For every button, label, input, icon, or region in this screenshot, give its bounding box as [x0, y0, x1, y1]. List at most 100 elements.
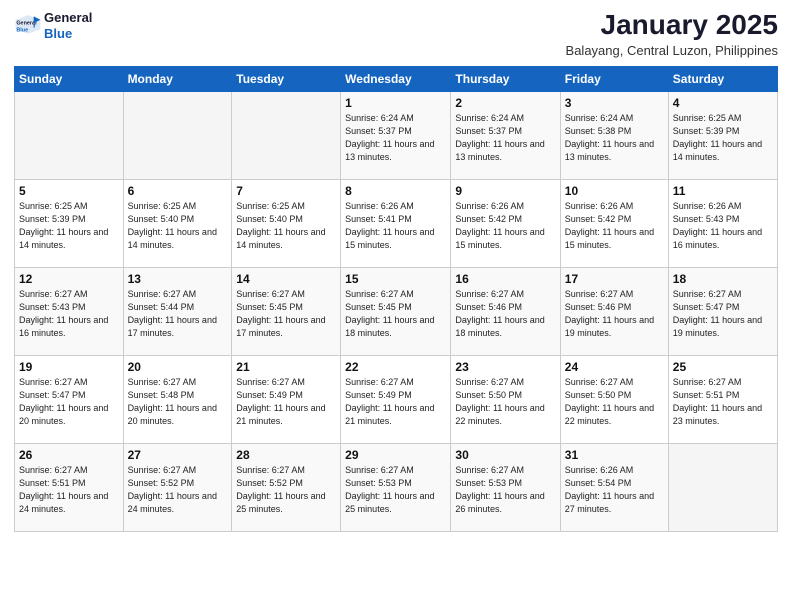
- daylight-label: Daylight: 11 hours and 15 minutes.: [345, 227, 434, 250]
- daylight-label: Daylight: 11 hours and 17 minutes.: [236, 315, 325, 338]
- daylight-label: Daylight: 11 hours and 25 minutes.: [345, 491, 434, 514]
- sunset-label: Sunset: 5:40 PM: [128, 214, 195, 224]
- sunset-label: Sunset: 5:45 PM: [236, 302, 303, 312]
- daylight-label: Daylight: 11 hours and 24 minutes.: [19, 491, 108, 514]
- day-number: 14: [236, 272, 336, 286]
- calendar-cell-w4d4: 23 Sunrise: 6:27 AM Sunset: 5:50 PM Dayl…: [451, 355, 560, 443]
- sunset-label: Sunset: 5:51 PM: [673, 390, 740, 400]
- sunset-label: Sunset: 5:41 PM: [345, 214, 412, 224]
- sunset-label: Sunset: 5:52 PM: [128, 478, 195, 488]
- sunset-label: Sunset: 5:37 PM: [455, 126, 522, 136]
- daylight-label: Daylight: 11 hours and 14 minutes.: [19, 227, 108, 250]
- sunset-label: Sunset: 5:39 PM: [673, 126, 740, 136]
- day-number: 3: [565, 96, 664, 110]
- week-row-5: 26 Sunrise: 6:27 AM Sunset: 5:51 PM Dayl…: [15, 443, 778, 531]
- calendar-cell-w4d2: 21 Sunrise: 6:27 AM Sunset: 5:49 PM Dayl…: [232, 355, 341, 443]
- day-info: Sunrise: 6:27 AM Sunset: 5:46 PM Dayligh…: [455, 288, 555, 340]
- day-info: Sunrise: 6:27 AM Sunset: 5:49 PM Dayligh…: [345, 376, 446, 428]
- calendar-cell-w2d3: 8 Sunrise: 6:26 AM Sunset: 5:41 PM Dayli…: [341, 179, 451, 267]
- sunrise-label: Sunrise: 6:27 AM: [128, 465, 197, 475]
- calendar-cell-w4d0: 19 Sunrise: 6:27 AM Sunset: 5:47 PM Dayl…: [15, 355, 124, 443]
- day-number: 11: [673, 184, 773, 198]
- sunrise-label: Sunrise: 6:26 AM: [565, 465, 634, 475]
- sunset-label: Sunset: 5:37 PM: [345, 126, 412, 136]
- sunrise-label: Sunrise: 6:27 AM: [565, 289, 634, 299]
- daylight-label: Daylight: 11 hours and 13 minutes.: [455, 139, 544, 162]
- daylight-label: Daylight: 11 hours and 17 minutes.: [128, 315, 217, 338]
- calendar-cell-w5d0: 26 Sunrise: 6:27 AM Sunset: 5:51 PM Dayl…: [15, 443, 124, 531]
- daylight-label: Daylight: 11 hours and 18 minutes.: [345, 315, 434, 338]
- header-saturday: Saturday: [668, 66, 777, 91]
- sunset-label: Sunset: 5:42 PM: [455, 214, 522, 224]
- weekday-header-row: Sunday Monday Tuesday Wednesday Thursday…: [15, 66, 778, 91]
- day-number: 23: [455, 360, 555, 374]
- day-info: Sunrise: 6:27 AM Sunset: 5:51 PM Dayligh…: [673, 376, 773, 428]
- day-number: 2: [455, 96, 555, 110]
- sunrise-label: Sunrise: 6:27 AM: [236, 289, 305, 299]
- sunrise-label: Sunrise: 6:27 AM: [19, 465, 88, 475]
- sunrise-label: Sunrise: 6:27 AM: [128, 289, 197, 299]
- sunrise-label: Sunrise: 6:26 AM: [345, 201, 414, 211]
- calendar-cell-w3d5: 17 Sunrise: 6:27 AM Sunset: 5:46 PM Dayl…: [560, 267, 668, 355]
- logo-icon: General Blue: [14, 12, 42, 40]
- page: General Blue General Blue January 2025 B…: [0, 0, 792, 612]
- day-info: Sunrise: 6:24 AM Sunset: 5:37 PM Dayligh…: [345, 112, 446, 164]
- sunrise-label: Sunrise: 6:27 AM: [673, 289, 742, 299]
- calendar-table: Sunday Monday Tuesday Wednesday Thursday…: [14, 66, 778, 532]
- sunset-label: Sunset: 5:43 PM: [19, 302, 86, 312]
- day-info: Sunrise: 6:27 AM Sunset: 5:49 PM Dayligh…: [236, 376, 336, 428]
- day-info: Sunrise: 6:27 AM Sunset: 5:47 PM Dayligh…: [19, 376, 119, 428]
- calendar-cell-w2d0: 5 Sunrise: 6:25 AM Sunset: 5:39 PM Dayli…: [15, 179, 124, 267]
- daylight-label: Daylight: 11 hours and 23 minutes.: [673, 403, 762, 426]
- sunrise-label: Sunrise: 6:27 AM: [236, 465, 305, 475]
- daylight-label: Daylight: 11 hours and 27 minutes.: [565, 491, 654, 514]
- day-number: 13: [128, 272, 228, 286]
- sunset-label: Sunset: 5:47 PM: [673, 302, 740, 312]
- day-info: Sunrise: 6:26 AM Sunset: 5:42 PM Dayligh…: [565, 200, 664, 252]
- daylight-label: Daylight: 11 hours and 14 minutes.: [128, 227, 217, 250]
- day-info: Sunrise: 6:27 AM Sunset: 5:44 PM Dayligh…: [128, 288, 228, 340]
- calendar-cell-w1d4: 2 Sunrise: 6:24 AM Sunset: 5:37 PM Dayli…: [451, 91, 560, 179]
- calendar-cell-w5d1: 27 Sunrise: 6:27 AM Sunset: 5:52 PM Dayl…: [123, 443, 232, 531]
- sunrise-label: Sunrise: 6:25 AM: [128, 201, 197, 211]
- calendar-cell-w2d6: 11 Sunrise: 6:26 AM Sunset: 5:43 PM Dayl…: [668, 179, 777, 267]
- daylight-label: Daylight: 11 hours and 15 minutes.: [565, 227, 654, 250]
- day-info: Sunrise: 6:26 AM Sunset: 5:42 PM Dayligh…: [455, 200, 555, 252]
- sunrise-label: Sunrise: 6:27 AM: [236, 377, 305, 387]
- day-info: Sunrise: 6:27 AM Sunset: 5:52 PM Dayligh…: [128, 464, 228, 516]
- day-number: 22: [345, 360, 446, 374]
- calendar-cell-w4d3: 22 Sunrise: 6:27 AM Sunset: 5:49 PM Dayl…: [341, 355, 451, 443]
- sunrise-label: Sunrise: 6:27 AM: [345, 377, 414, 387]
- daylight-label: Daylight: 11 hours and 14 minutes.: [673, 139, 762, 162]
- calendar-cell-w3d4: 16 Sunrise: 6:27 AM Sunset: 5:46 PM Dayl…: [451, 267, 560, 355]
- day-info: Sunrise: 6:27 AM Sunset: 5:45 PM Dayligh…: [345, 288, 446, 340]
- calendar-cell-w4d6: 25 Sunrise: 6:27 AM Sunset: 5:51 PM Dayl…: [668, 355, 777, 443]
- sunset-label: Sunset: 5:54 PM: [565, 478, 632, 488]
- location: Balayang, Central Luzon, Philippines: [566, 43, 778, 58]
- daylight-label: Daylight: 11 hours and 22 minutes.: [565, 403, 654, 426]
- daylight-label: Daylight: 11 hours and 21 minutes.: [236, 403, 325, 426]
- day-number: 12: [19, 272, 119, 286]
- calendar-cell-w1d3: 1 Sunrise: 6:24 AM Sunset: 5:37 PM Dayli…: [341, 91, 451, 179]
- daylight-label: Daylight: 11 hours and 20 minutes.: [128, 403, 217, 426]
- day-info: Sunrise: 6:26 AM Sunset: 5:43 PM Dayligh…: [673, 200, 773, 252]
- day-info: Sunrise: 6:25 AM Sunset: 5:39 PM Dayligh…: [673, 112, 773, 164]
- day-info: Sunrise: 6:27 AM Sunset: 5:50 PM Dayligh…: [565, 376, 664, 428]
- daylight-label: Daylight: 11 hours and 21 minutes.: [345, 403, 434, 426]
- sunrise-label: Sunrise: 6:25 AM: [19, 201, 88, 211]
- calendar-cell-w1d5: 3 Sunrise: 6:24 AM Sunset: 5:38 PM Dayli…: [560, 91, 668, 179]
- daylight-label: Daylight: 11 hours and 18 minutes.: [455, 315, 544, 338]
- calendar-cell-w2d5: 10 Sunrise: 6:26 AM Sunset: 5:42 PM Dayl…: [560, 179, 668, 267]
- sunrise-label: Sunrise: 6:27 AM: [455, 465, 524, 475]
- logo: General Blue General Blue: [14, 10, 92, 41]
- calendar-cell-w3d6: 18 Sunrise: 6:27 AM Sunset: 5:47 PM Dayl…: [668, 267, 777, 355]
- sunset-label: Sunset: 5:53 PM: [345, 478, 412, 488]
- sunset-label: Sunset: 5:53 PM: [455, 478, 522, 488]
- day-number: 30: [455, 448, 555, 462]
- sunset-label: Sunset: 5:46 PM: [565, 302, 632, 312]
- day-info: Sunrise: 6:26 AM Sunset: 5:41 PM Dayligh…: [345, 200, 446, 252]
- daylight-label: Daylight: 11 hours and 25 minutes.: [236, 491, 325, 514]
- header-friday: Friday: [560, 66, 668, 91]
- svg-text:Blue: Blue: [16, 27, 28, 33]
- sunset-label: Sunset: 5:49 PM: [345, 390, 412, 400]
